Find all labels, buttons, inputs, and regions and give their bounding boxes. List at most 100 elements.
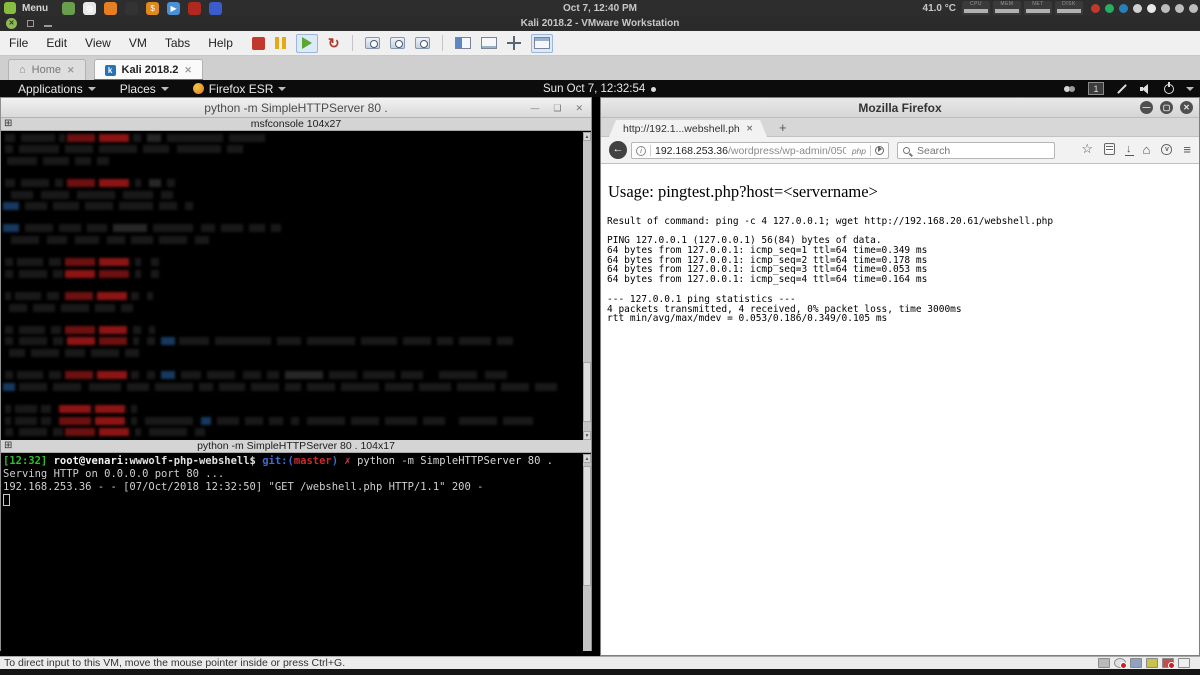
media-player-icon[interactable]: ▶ xyxy=(167,2,180,15)
snapshot-manager-icon[interactable] xyxy=(415,37,430,49)
battery-icon[interactable] xyxy=(1175,4,1184,13)
scrollbar-thumb[interactable] xyxy=(583,362,591,422)
system-monitors: CPUMEMNETDISK xyxy=(962,1,1083,15)
firefox-titlebar[interactable]: Mozilla Firefox — ▢ ✕ xyxy=(601,98,1199,118)
thumbnail-bar-icon[interactable] xyxy=(481,37,497,49)
chevron-down-icon[interactable] xyxy=(1186,87,1194,91)
pen-icon[interactable] xyxy=(1117,84,1127,94)
location-pin-icon[interactable] xyxy=(1147,4,1156,13)
close-icon[interactable]: ✕ xyxy=(575,103,583,114)
bluetooth-icon[interactable] xyxy=(1119,4,1128,13)
device-network-icon[interactable] xyxy=(1162,658,1174,668)
url-bar[interactable]: i 192.168.253.36 /wordpress/wp-admin/050… xyxy=(631,142,889,159)
scroll-up-icon[interactable]: ▲ xyxy=(583,454,591,463)
files-icon[interactable] xyxy=(62,2,75,15)
menu-label: Firefox ESR xyxy=(209,82,274,96)
applications-menu[interactable]: Applications xyxy=(8,82,106,96)
scroll-up-icon[interactable]: ▲ xyxy=(583,132,591,141)
reset-vm-icon[interactable]: ↻ xyxy=(328,36,340,50)
volume-icon[interactable] xyxy=(1189,4,1198,13)
browser-orange-icon[interactable] xyxy=(104,2,117,15)
reading-list-icon[interactable] xyxy=(1104,143,1115,155)
workspace-switcher[interactable]: 1 xyxy=(1088,82,1104,95)
volume-icon[interactable] xyxy=(1140,84,1152,94)
search-bar[interactable] xyxy=(897,142,1055,159)
msfconsole-output[interactable] xyxy=(1,132,591,440)
new-tab-button[interactable]: + xyxy=(779,120,787,135)
tab-close-icon[interactable]: ✕ xyxy=(184,65,192,76)
device-cdrom-icon[interactable] xyxy=(1114,658,1126,668)
tab-close-icon[interactable]: ✕ xyxy=(746,124,753,133)
places-menu[interactable]: Places xyxy=(110,82,179,96)
maximize-icon[interactable]: ▢ xyxy=(1160,101,1173,114)
hamburger-menu-icon[interactable]: ≡ xyxy=(1183,142,1191,157)
monitor-applet[interactable]: NET xyxy=(1024,1,1052,15)
split-grid-icon[interactable]: ⊞ xyxy=(4,118,12,130)
tab-kali[interactable]: k Kali 2018.2 ✕ xyxy=(94,59,203,80)
menu-item[interactable]: Tabs xyxy=(156,36,199,50)
tab-home[interactable]: ⌂ Home ✕ xyxy=(8,59,86,80)
menu-item[interactable]: Edit xyxy=(37,36,76,50)
msfconsole-pane-header[interactable]: ⊞ msfconsole 104x27 xyxy=(1,118,591,131)
kali-clock[interactable]: Sun Oct 7, 12:32:54 xyxy=(543,83,656,95)
host-menu-button[interactable]: Menu xyxy=(22,3,48,14)
monitor-applet[interactable]: MEM xyxy=(993,1,1021,15)
browser-tab[interactable]: http://192.1...webshell.php ✕ xyxy=(609,120,767,137)
httpserver-pane-header[interactable]: ⊞ python -m SimpleHTTPServer 80 . 104x17 xyxy=(1,440,591,453)
split-grid-icon[interactable]: ⊞ xyxy=(4,440,12,452)
site-info-icon[interactable]: i xyxy=(636,146,646,156)
httpserver-output[interactable]: [12:32] root@venari:wwwolf-php-webshell$… xyxy=(1,454,591,651)
blue-app-icon[interactable] xyxy=(209,2,222,15)
pocket-icon[interactable]: v xyxy=(1161,144,1172,155)
wifi-icon[interactable] xyxy=(1161,4,1170,13)
sync-icon[interactable] xyxy=(1105,4,1114,13)
minimize-icon[interactable]: — xyxy=(530,103,539,113)
fan-icon[interactable] xyxy=(1133,4,1142,13)
shield-icon[interactable] xyxy=(1091,4,1100,13)
color-profile-icon[interactable] xyxy=(125,2,138,15)
tab-close-icon[interactable]: ✕ xyxy=(67,65,75,76)
snapshot-revert-icon[interactable] xyxy=(390,37,405,49)
device-harddisk-icon[interactable] xyxy=(1146,658,1158,668)
scrollbar-thumb[interactable] xyxy=(583,466,591,586)
toolbar-separator xyxy=(442,35,443,51)
minimize-icon[interactable]: — xyxy=(1140,101,1153,114)
firefox-esr-menu[interactable]: Firefox ESR xyxy=(183,82,297,96)
scroll-down-icon[interactable]: ▼ xyxy=(583,431,591,440)
download-icon[interactable]: ↓ xyxy=(1126,143,1132,155)
host-clock[interactable]: Oct 7, 12:40 PM xyxy=(540,3,660,14)
scrollbar[interactable]: ▲ xyxy=(583,454,591,651)
device-tools-icon[interactable] xyxy=(1130,658,1142,668)
menu-item[interactable]: File xyxy=(0,36,37,50)
power-off-icon[interactable] xyxy=(252,37,265,50)
library-panel-icon[interactable] xyxy=(455,37,471,49)
device-display-icon[interactable] xyxy=(1098,658,1110,668)
menu-item[interactable]: View xyxy=(76,36,120,50)
back-button[interactable]: ← xyxy=(609,141,627,159)
monitor-applet[interactable]: CPU xyxy=(962,1,990,15)
maximize-icon[interactable]: ❑ xyxy=(553,103,561,114)
power-icon[interactable] xyxy=(1164,84,1174,94)
power-on-icon[interactable] xyxy=(296,34,318,53)
red-app-icon[interactable] xyxy=(188,2,201,15)
scrollbar[interactable]: ▲ ▼ xyxy=(583,132,591,440)
bookmark-star-icon[interactable]: ☆ xyxy=(1081,141,1093,157)
vm-message-icon[interactable] xyxy=(1178,658,1190,668)
reload-icon[interactable] xyxy=(875,146,884,155)
console-view-button[interactable] xyxy=(531,34,553,53)
close-icon[interactable]: ✕ xyxy=(1180,101,1193,114)
status-message: To direct input to this VM, move the mou… xyxy=(0,657,345,669)
suspend-icon[interactable] xyxy=(275,37,286,49)
search-input[interactable] xyxy=(915,144,1025,158)
finance-icon[interactable]: $ xyxy=(146,2,159,15)
users-icon[interactable] xyxy=(1064,85,1076,93)
monitor-applet[interactable]: DISK xyxy=(1055,1,1083,15)
mint-menu-icon[interactable] xyxy=(4,2,16,14)
fit-guest-icon[interactable] xyxy=(507,36,521,50)
snapshot-take-icon[interactable] xyxy=(365,37,380,49)
menu-item[interactable]: Help xyxy=(199,36,242,50)
terminal-titlebar[interactable]: python -m SimpleHTTPServer 80 . — ❑ ✕ xyxy=(1,98,591,118)
chrome-icon[interactable]: ◍ xyxy=(83,2,96,15)
home-icon[interactable]: ⌂ xyxy=(1143,142,1151,157)
menu-item[interactable]: VM xyxy=(120,36,156,50)
